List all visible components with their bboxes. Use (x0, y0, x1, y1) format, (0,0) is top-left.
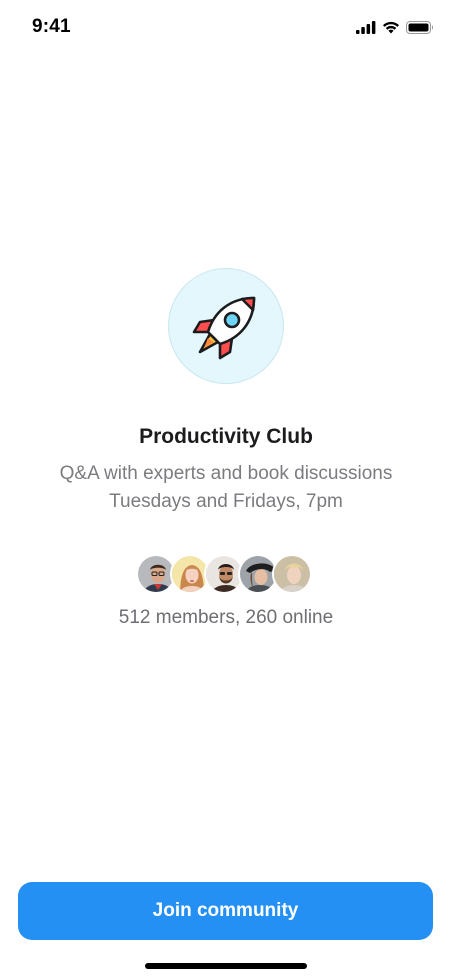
member-avatars (136, 554, 316, 596)
community-title: Productivity Club (139, 425, 313, 448)
status-time: 9:41 (32, 16, 71, 37)
status-bar: 9:41 (0, 0, 452, 54)
join-community-button[interactable]: Join community (18, 882, 433, 940)
wifi-icon (383, 21, 399, 33)
community-logo (168, 268, 284, 384)
members-count: 512 members, 260 online (118, 607, 334, 628)
screen: 9:41 Productivity Club Q&A with experts … (0, 0, 452, 980)
community-schedule: Tuesdays and Fridays, 7pm (109, 491, 343, 512)
rocket-icon (192, 296, 256, 360)
home-indicator[interactable] (145, 963, 307, 969)
community-description: Q&A with experts and book discussions (59, 463, 393, 484)
battery-icon (406, 20, 433, 34)
avatar (272, 554, 312, 594)
signal-icon (356, 20, 376, 34)
status-icons (356, 19, 434, 35)
